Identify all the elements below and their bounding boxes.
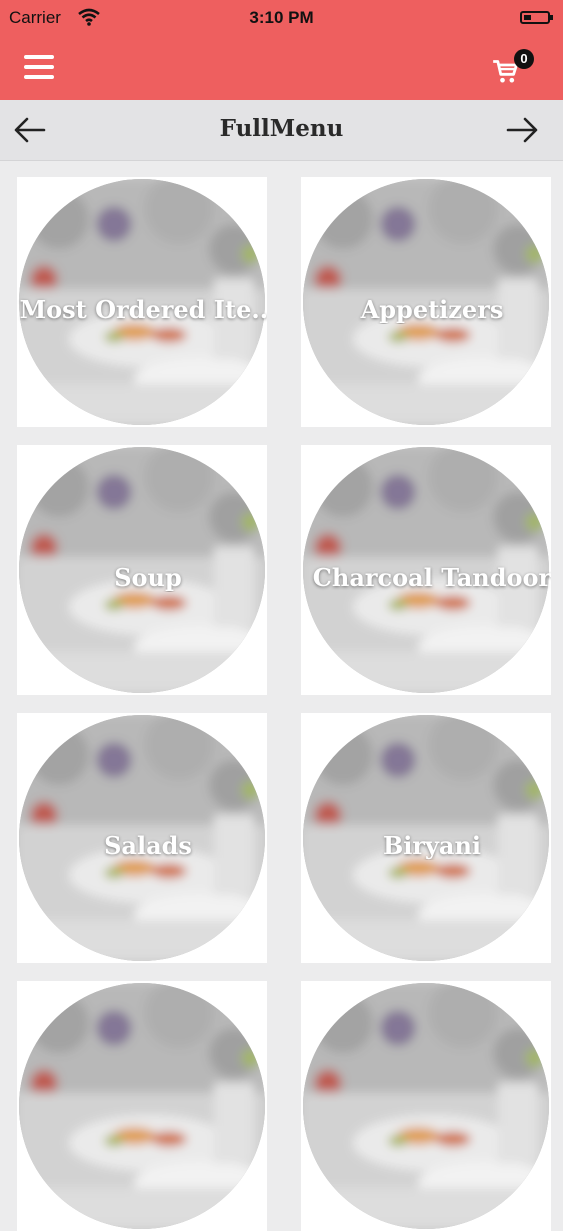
category-card[interactable]: Salads — [17, 713, 267, 963]
category-label: Salads — [104, 831, 192, 860]
cart-button[interactable]: 0 — [488, 48, 536, 90]
page-title: FullMenu — [219, 115, 344, 142]
category-card[interactable]: Appetizers — [301, 177, 551, 427]
category-card[interactable]: Most Ordered Ite... — [17, 177, 267, 427]
battery-icon — [520, 11, 553, 24]
category-card[interactable] — [17, 981, 267, 1231]
category-card[interactable]: Soup — [17, 445, 267, 695]
category-card[interactable]: Charcoal Tandoor — [301, 445, 551, 695]
status-bar: Carrier 3:10 PM — [0, 0, 563, 36]
category-label: Most Ordered Ite... — [19, 295, 267, 324]
category-label: Soup — [114, 563, 182, 592]
arrow-right-icon[interactable] — [504, 114, 544, 146]
hamburger-menu-icon[interactable] — [24, 54, 54, 80]
category-card[interactable] — [301, 981, 551, 1231]
category-label: Appetizers — [360, 295, 504, 324]
clock-time: 3:10 PM — [249, 8, 314, 27]
category-grid: Most Ordered Ite... Appetizers Soup Char… — [0, 160, 563, 1231]
category-image — [303, 983, 549, 1229]
category-image — [19, 983, 265, 1229]
category-label: Biryani — [382, 831, 482, 860]
cart-count-badge: 0 — [514, 49, 534, 69]
category-card[interactable]: Biryani — [301, 713, 551, 963]
app-bar: Carrier 3:10 PM 0 — [0, 0, 563, 100]
category-nav-bar: FullMenu — [0, 100, 563, 161]
category-label: Charcoal Tandoor — [312, 563, 551, 592]
